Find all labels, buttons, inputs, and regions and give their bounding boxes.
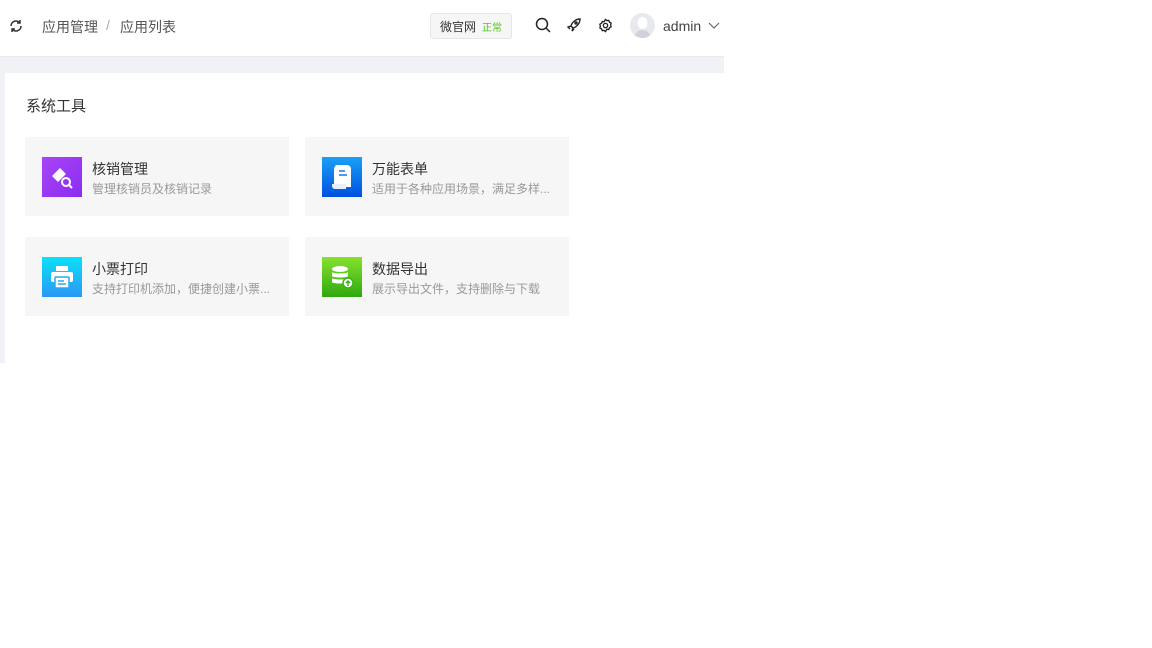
app-card-receipt-print[interactable]: 小票打印 支持打印机添加，便捷创建小票...: [25, 237, 289, 316]
user-name[interactable]: admin: [663, 18, 701, 34]
app-description: 适用于各种应用场景，满足多样...: [372, 182, 551, 196]
site-name: 微官网: [439, 19, 476, 34]
ticket-search-icon: [42, 157, 82, 197]
form-document-icon: [322, 157, 362, 197]
app-card-data-export[interactable]: 数据导出 展示导出文件，支持删除与下载: [305, 237, 569, 316]
breadcrumb-separator: /: [106, 17, 110, 33]
app-description: 展示导出文件，支持删除与下载: [372, 282, 541, 296]
app-title: 小票打印: [92, 261, 148, 277]
app-layout: 应用管理 / 应用列表 微官网 正常 admin 系统工具 核销管理 管理核销员…: [0, 0, 724, 363]
top-header: 应用管理 / 应用列表 微官网 正常 admin: [0, 0, 724, 57]
app-title: 数据导出: [372, 261, 428, 277]
gear-icon[interactable]: [597, 17, 613, 33]
main-content: 系统工具 核销管理 管理核销员及核销记录 万能表单 适用于各种应用场景，满足多样…: [5, 73, 724, 363]
refresh-icon[interactable]: [8, 18, 24, 34]
app-title: 万能表单: [372, 161, 428, 177]
site-status-badge[interactable]: 微官网 正常: [430, 13, 512, 39]
chevron-down-icon[interactable]: [707, 19, 721, 33]
app-description: 管理核销员及核销记录: [92, 182, 213, 196]
search-icon[interactable]: [534, 16, 552, 34]
breadcrumb-app-list: 应用列表: [120, 19, 176, 35]
app-description: 支持打印机添加，便捷创建小票...: [92, 282, 271, 296]
breadcrumb-app-management[interactable]: 应用管理: [42, 17, 98, 37]
app-card-verification[interactable]: 核销管理 管理核销员及核销记录: [25, 137, 289, 216]
avatar[interactable]: [630, 13, 655, 38]
app-card-form[interactable]: 万能表单 适用于各种应用场景，满足多样...: [305, 137, 569, 216]
site-status: 正常: [482, 22, 502, 34]
app-title: 核销管理: [92, 161, 148, 177]
rocket-icon[interactable]: [566, 17, 582, 33]
printer-icon: [42, 257, 82, 297]
section-title: 系统工具: [26, 98, 87, 115]
database-export-icon: [322, 257, 362, 297]
